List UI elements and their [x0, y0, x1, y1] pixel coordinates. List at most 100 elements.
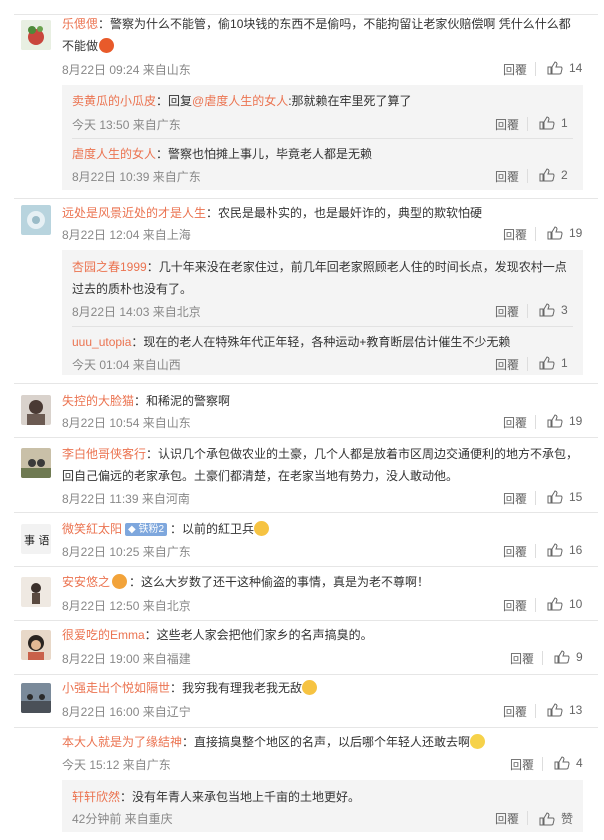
- like-count: 19: [569, 414, 583, 428]
- reply-text: 卖黄瓜的小瓜皮：回复@虐度人生的女人:那就赖在牢里死了算了: [72, 92, 412, 110]
- avatar[interactable]: [21, 630, 51, 660]
- thumbs-up-icon: [547, 414, 563, 428]
- like-button[interactable]: 19: [547, 414, 582, 428]
- comment-text: 微笑紅太阳 ◆ 铁粉2 ：以前的紅卫兵: [62, 520, 270, 538]
- avatar[interactable]: [21, 205, 51, 235]
- like-count: 3: [561, 303, 568, 317]
- heart-emoji-icon: [112, 574, 128, 589]
- fan-badge[interactable]: ◆ 铁粉2: [125, 523, 168, 536]
- comment-body: ：以前的紅卫兵: [170, 522, 255, 536]
- like-button[interactable]: 1: [539, 356, 568, 370]
- comment-username[interactable]: 乐偲偲: [62, 17, 98, 31]
- reply-username[interactable]: 本大人就是为了缘結神: [62, 735, 182, 749]
- reply-button[interactable]: 回覆: [503, 543, 527, 560]
- like-count: 2: [561, 168, 568, 182]
- comment-text: 乐偲偲：警察为什么不能管，偷10块钱的东西不是偷吗，不能拘留让老家伙赔偿啊 凭什…: [62, 15, 571, 33]
- divider: [527, 357, 528, 371]
- reply-button[interactable]: 回覆: [510, 650, 534, 667]
- mention-link[interactable]: @虐度人生的女人: [192, 94, 288, 108]
- reply-button[interactable]: 回覆: [495, 116, 519, 133]
- reply-username[interactable]: 轩轩欣然: [72, 790, 120, 804]
- like-count: 14: [569, 61, 583, 75]
- reply-text: uuu_utopia：现在的老人在特殊年代正年轻，各种运动+教育断层估计催生不少…: [72, 333, 510, 351]
- comment-username[interactable]: 李白他哥侠客行: [62, 447, 146, 461]
- reply-username[interactable]: 卖黄瓜的小瓜皮: [72, 94, 156, 108]
- avatar[interactable]: [21, 683, 51, 713]
- like-count: 15: [569, 490, 583, 504]
- like-button[interactable]: 14: [547, 61, 582, 75]
- like-button[interactable]: 9: [554, 650, 583, 664]
- reply-body: ：现在的老人在特殊年代正年轻，各种运动+教育断层估计催生不少无赖: [131, 335, 511, 349]
- divider: [535, 704, 536, 718]
- avatar[interactable]: [21, 20, 51, 50]
- reply-button[interactable]: 回覆: [503, 61, 527, 78]
- thumbs-up-icon: [539, 168, 555, 182]
- avatar[interactable]: 事 语: [21, 524, 51, 554]
- comment-body-cont: 回自己偏远的老家承包。土豪们都清楚，在老家当地有势力，没人敢动他。: [62, 469, 459, 483]
- comment-username[interactable]: 失控的大脸猫: [62, 394, 134, 408]
- like-button[interactable]: 19: [547, 226, 582, 240]
- reply-meta: 8月22日 10:39 来自广东: [72, 170, 201, 184]
- divider: [535, 544, 536, 558]
- thumbs-up-icon: [547, 703, 563, 717]
- reply-button[interactable]: 回覆: [503, 597, 527, 614]
- like-button[interactable]: 1: [539, 116, 568, 130]
- reply-button[interactable]: 回覆: [503, 226, 527, 243]
- reply-username[interactable]: 杏园之春1999: [72, 260, 147, 274]
- reply-button[interactable]: 回覆: [495, 356, 519, 373]
- avatar[interactable]: [21, 577, 51, 607]
- reply-button[interactable]: 回覆: [495, 303, 519, 320]
- reply-button[interactable]: 回覆: [510, 756, 534, 773]
- reply-button[interactable]: 回覆: [503, 703, 527, 720]
- reply-button[interactable]: 回覆: [503, 414, 527, 431]
- like-button[interactable]: 15: [547, 490, 582, 504]
- comment-body: ：农民是最朴实的，也是最奸诈的，典型的欺软怕硬: [206, 206, 483, 220]
- comment-username[interactable]: 小强走出个悦如隔世: [62, 681, 170, 695]
- divider: [535, 491, 536, 505]
- reply-body: ：直接搞臭整个地区的名声，以后哪个年轻人还敢去啊: [182, 735, 471, 749]
- like-count: 16: [569, 543, 583, 557]
- comment-body: ：和稀泥的警察啊: [134, 394, 231, 408]
- like-button[interactable]: 16: [547, 543, 582, 557]
- comment-username[interactable]: 远处是风景近处的才是人生: [62, 206, 206, 220]
- reply-meta: 今天 15:12 来自广东: [62, 758, 171, 772]
- comment-username[interactable]: 微笑紅太阳: [62, 522, 122, 536]
- reply-body: ：回复: [156, 94, 193, 108]
- like-button[interactable]: 赞: [539, 810, 573, 827]
- like-button[interactable]: 3: [539, 303, 568, 317]
- reply-body-cont: :那就赖在牢里死了算了: [288, 94, 412, 108]
- avatar[interactable]: [21, 395, 51, 425]
- divider: [535, 598, 536, 612]
- comment-text: 安安悠之 ：这么大岁数了还干这种偷盗的事情，真是为老不尊啊！: [62, 573, 429, 591]
- like-button[interactable]: 2: [539, 168, 568, 182]
- comment-meta: 8月22日 19:00 来自福建: [62, 652, 191, 666]
- reply-meta: 今天 13:50 来自广东: [72, 118, 181, 132]
- reply-text-line2: 过去的质朴也没有了。: [72, 280, 192, 298]
- thumbs-up-icon: [539, 811, 555, 825]
- like-button[interactable]: 4: [554, 756, 583, 770]
- comment-meta: 8月22日 10:25 来自广东: [62, 545, 191, 559]
- reply-button[interactable]: 回覆: [495, 810, 519, 827]
- reply-username[interactable]: uuu_utopia: [72, 335, 131, 349]
- reply-username[interactable]: 虐度人生的女人: [72, 147, 156, 161]
- divider: [527, 811, 528, 825]
- comment-meta: 8月22日 11:39 来自河南: [62, 492, 190, 506]
- reply-button[interactable]: 回覆: [495, 168, 519, 185]
- like-count: 1: [561, 116, 568, 130]
- smile-emoji-icon: [470, 734, 486, 749]
- like-button[interactable]: 10: [547, 597, 582, 611]
- comment-username[interactable]: 安安悠之: [62, 575, 110, 589]
- comment-body: ：警察为什么不能管，偷10块钱的东西不是偷吗，不能拘留让老家伙赔偿啊 凭什么什么…: [98, 17, 571, 31]
- reply-button[interactable]: 回覆: [503, 490, 527, 507]
- comment-text: 很爱吃的Emma：这些老人家会把他们家乡的名声搞臭的。: [62, 626, 373, 644]
- reply-body: ：警察也怕摊上事儿，毕竟老人都是无赖: [156, 147, 373, 161]
- like-count: 19: [569, 226, 583, 240]
- comment-meta: 8月22日 16:00 来自辽宁: [62, 705, 191, 719]
- avatar[interactable]: [21, 448, 51, 478]
- like-count: 赞: [561, 812, 574, 826]
- thumbs-up-icon: [547, 543, 563, 557]
- thumbs-up-icon: [554, 650, 570, 664]
- comment-username[interactable]: 很爱吃的Emma: [62, 628, 145, 642]
- thumbs-up-icon: [554, 756, 570, 770]
- like-button[interactable]: 13: [547, 703, 582, 717]
